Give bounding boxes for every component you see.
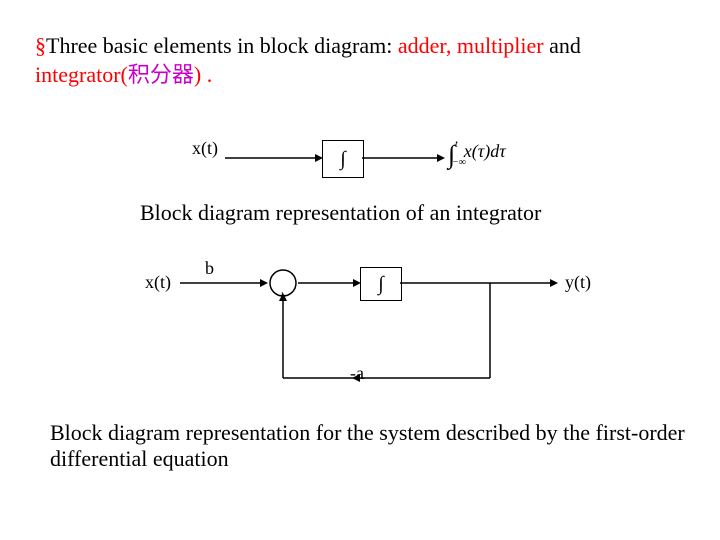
d1-output-line — [362, 148, 447, 168]
d1-input-line — [225, 148, 325, 168]
d2-output-label: y(t) — [565, 272, 591, 293]
word-chinese: 积分器 — [128, 62, 194, 87]
d2-feedback-path — [270, 283, 500, 393]
d2-feedback-gain: -a — [350, 363, 364, 384]
d1-output-expr: ∫−∞tx(τ)dτ — [448, 140, 514, 170]
caption-2: Block diagram representation for the sys… — [50, 420, 690, 472]
d2-input-line — [180, 273, 270, 293]
bullet: § — [35, 33, 46, 58]
d2-input-label: x(t) — [145, 272, 171, 293]
word-adder: adder, — [398, 33, 451, 58]
title-text: §Three basic elements in block diagram: … — [35, 32, 685, 89]
d1-input-label: x(t) — [192, 138, 218, 159]
word-multiplier: multiplier — [457, 33, 544, 58]
caption-1: Block diagram representation of an integ… — [140, 200, 541, 226]
d1-integrator-block: ∫ — [322, 140, 364, 178]
word-integrator: integrator — [35, 62, 121, 87]
integral-icon: ∫ — [340, 148, 345, 171]
